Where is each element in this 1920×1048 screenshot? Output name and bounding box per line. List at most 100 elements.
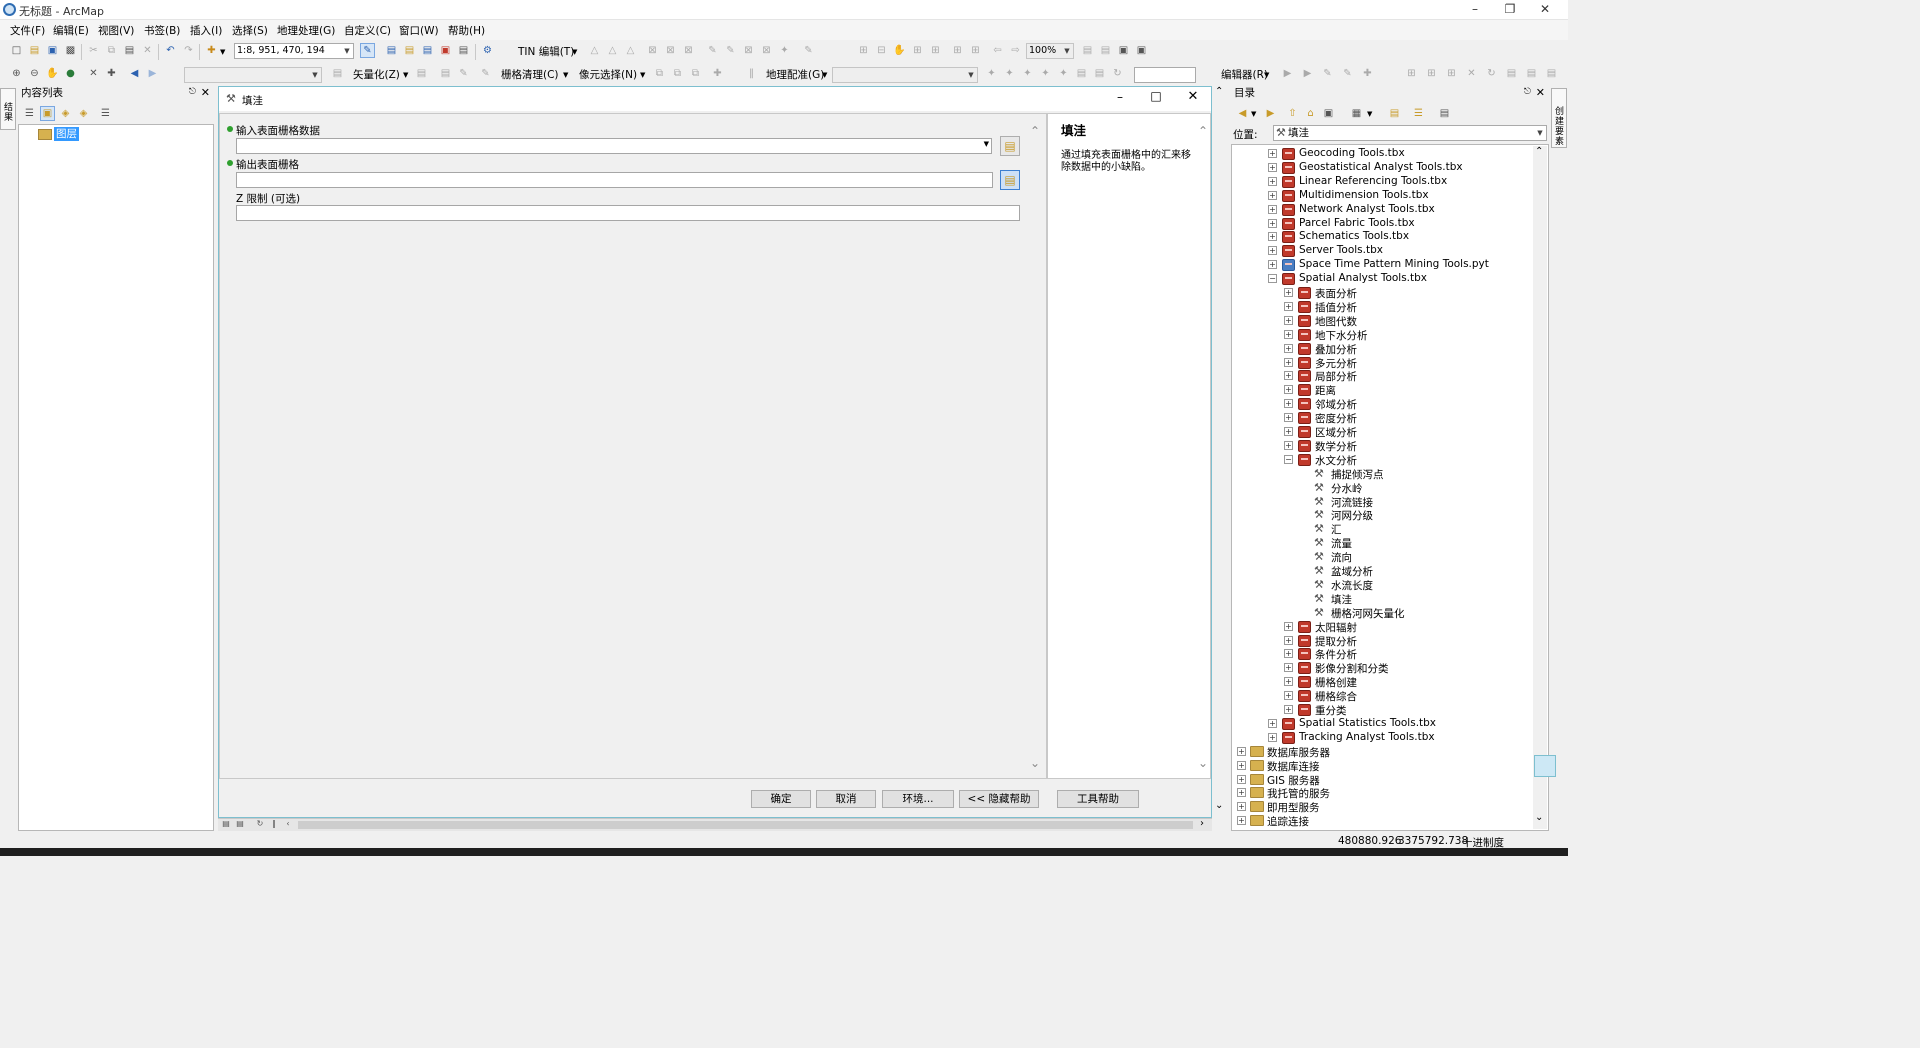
catalog-node-tool[interactable]: 水流长度 — [1331, 578, 1373, 593]
attributes-icon[interactable]: ▤ — [1504, 66, 1519, 81]
help-scroll-up-icon[interactable]: ⌃ — [1198, 124, 1208, 138]
create-features-icon[interactable]: ▤ — [1544, 66, 1559, 81]
layout-100-icon[interactable]: ⊞ — [928, 43, 943, 58]
expand-toggle-icon[interactable]: + — [1284, 315, 1293, 325]
redo-icon[interactable]: ↷ — [181, 43, 196, 58]
fixed-zoom-out-icon[interactable]: ✚ — [104, 66, 119, 81]
tool-help-button[interactable]: 工具帮助 — [1057, 790, 1139, 808]
delete-icon[interactable]: ✕ — [140, 43, 155, 58]
cell-select-menu[interactable]: 像元选择(N) — [579, 68, 637, 82]
menu-selection[interactable]: 选择(S) — [230, 23, 270, 38]
copy-icon[interactable]: ⧉ — [104, 43, 119, 58]
tin-edge-icon[interactable]: △ — [623, 43, 638, 58]
tin-tool2-icon[interactable]: ✎ — [723, 43, 738, 58]
tin-swap-icon[interactable]: ⊠ — [663, 43, 678, 58]
menu-insert[interactable]: 插入(I) — [188, 23, 224, 38]
catalog-node-selected-tool[interactable]: 填洼 — [1331, 592, 1352, 607]
endpoint-arc-icon[interactable]: ✎ — [1340, 66, 1355, 81]
print-icon[interactable]: ▩ — [63, 43, 78, 58]
new-document-icon[interactable]: □ — [9, 43, 24, 58]
scroll-down-icon[interactable]: ⌄ — [1215, 800, 1223, 811]
catalog-root-node[interactable]: 即用型服务 — [1267, 800, 1320, 815]
arctoolbox-icon[interactable]: ▣ — [438, 43, 453, 58]
scroll-down-icon[interactable]: ⌄ — [1535, 812, 1543, 823]
catalog-node-toolset[interactable]: 重分类 — [1315, 703, 1347, 718]
catalog-node-toolbox[interactable]: Network Analyst Tools.tbx — [1299, 203, 1435, 215]
toggle-draft-icon[interactable]: ▤ — [1080, 43, 1095, 58]
dialog-close-button[interactable]: ✕ — [1180, 89, 1206, 104]
expand-toggle-icon[interactable]: + — [1284, 440, 1293, 450]
catalog-node-tool[interactable]: 河网分级 — [1331, 508, 1373, 523]
list-by-selection-icon[interactable]: ◈ — [76, 106, 91, 121]
georef-refresh-icon[interactable]: ↻ — [1110, 66, 1125, 81]
expand-toggle-icon[interactable]: + — [1284, 649, 1293, 659]
eraser-icon[interactable]: ✎ — [478, 66, 493, 81]
cell-select2-icon[interactable]: ⧉ — [670, 66, 685, 81]
catalog-root-node[interactable]: 数据库服务器 — [1267, 745, 1330, 760]
catalog-close-icon[interactable]: ✕ — [1536, 86, 1545, 99]
catalog-node-toolset[interactable]: 影像分割和分类 — [1315, 661, 1389, 676]
toc-close-icon[interactable]: ✕ — [201, 86, 210, 99]
catalog-node-toolset[interactable]: 地下水分析 — [1315, 328, 1368, 343]
catalog-root-node[interactable]: GIS 服务器 — [1267, 773, 1320, 788]
data-view-icon[interactable]: ▤ — [220, 818, 232, 830]
catalog-root-node[interactable]: 追踪连接 — [1267, 814, 1309, 829]
browse-output-button[interactable]: ▤ — [1000, 170, 1020, 190]
expand-toggle-icon[interactable]: + — [1237, 788, 1246, 798]
catalog-node-tool[interactable]: 流向 — [1331, 550, 1352, 565]
floating-window-handle[interactable] — [1534, 755, 1556, 777]
menu-windows[interactable]: 窗口(W) — [397, 23, 441, 38]
search-window-icon[interactable]: ▤ — [420, 43, 435, 58]
expand-toggle-icon[interactable]: + — [1237, 760, 1246, 770]
data-driven-pages-icon[interactable]: ▣ — [1134, 43, 1149, 58]
catalog-root-node[interactable]: 我托管的服务 — [1267, 786, 1330, 801]
map-scale-combo[interactable]: 1:8, 951, 470, 194 ▼ — [234, 43, 354, 59]
expand-toggle-icon[interactable]: + — [1284, 288, 1293, 297]
layout-forward-icon[interactable]: ⇨ — [1008, 43, 1023, 58]
expand-toggle-icon[interactable]: + — [1284, 705, 1293, 714]
toc-options-icon[interactable]: ☰ — [98, 106, 113, 121]
layout-view-icon[interactable]: ▤ — [234, 818, 246, 830]
georef-table-icon[interactable]: ▤ — [1074, 66, 1089, 81]
z-limit-field[interactable] — [236, 205, 1020, 221]
vectorize-settings-icon[interactable]: ▤ — [330, 66, 345, 81]
tin-node-icon[interactable]: △ — [605, 43, 620, 58]
menu-edit[interactable]: 编辑(E) — [51, 23, 91, 38]
georef-link-icon[interactable]: ✦ — [1038, 66, 1053, 81]
results-side-tab[interactable]: 结果 — [0, 88, 16, 130]
georef-scale-icon[interactable]: ✦ — [1020, 66, 1035, 81]
save-icon[interactable]: ▣ — [45, 43, 60, 58]
rotate-icon[interactable]: ⊞ — [1424, 66, 1439, 81]
cut-icon[interactable]: ✂ — [86, 43, 101, 58]
catalog-node-toolbox[interactable]: Tracking Analyst Tools.tbx — [1299, 731, 1435, 743]
menu-bookmarks[interactable]: 书签(B) — [142, 23, 182, 38]
expand-toggle-icon[interactable]: + — [1268, 718, 1277, 728]
tin-delete-icon[interactable]: ⊠ — [645, 43, 660, 58]
expand-toggle-icon[interactable]: + — [1284, 635, 1293, 645]
expand-toggle-icon[interactable]: + — [1237, 746, 1246, 756]
menu-customize[interactable]: 自定义(C) — [342, 23, 393, 38]
catalog-node-tool[interactable]: 分水岭 — [1331, 481, 1363, 496]
pin-icon[interactable]: ⎋ — [1524, 87, 1531, 97]
output-raster-field[interactable] — [236, 172, 993, 188]
views-icon[interactable]: ▦ — [1349, 106, 1364, 121]
layer-combo[interactable]: ▼ — [184, 67, 322, 83]
scroll-right-icon[interactable]: › — [1200, 818, 1204, 829]
editor-toolbar-icon[interactable]: ✎ — [360, 43, 375, 58]
expand-toggle-icon[interactable]: + — [1284, 357, 1293, 367]
catalog-node-toolset[interactable]: 栅格创建 — [1315, 675, 1357, 690]
catalog-node-toolset[interactable]: 叠加分析 — [1315, 342, 1357, 357]
expand-toggle-icon[interactable]: + — [1268, 246, 1277, 256]
dialog-minimize-button[interactable]: – — [1107, 90, 1133, 104]
georeferencing-menu[interactable]: 地理配准(G) — [766, 68, 824, 82]
list-by-source-icon[interactable]: ▣ — [40, 106, 55, 121]
catalog-node-toolset[interactable]: 提取分析 — [1315, 634, 1357, 649]
tin-tool-icon[interactable]: ✎ — [705, 43, 720, 58]
tin-flip-icon[interactable]: ⊠ — [681, 43, 696, 58]
catalog-node-toolset[interactable]: 密度分析 — [1315, 411, 1357, 426]
scroll-up-icon[interactable]: ⌃ — [1215, 86, 1223, 97]
refresh-icon[interactable]: ↻ — [254, 818, 266, 830]
zoom-in-icon[interactable]: ⊕ — [9, 66, 24, 81]
input-raster-combo[interactable]: ▼ — [236, 138, 992, 154]
expand-toggle-icon[interactable]: − — [1284, 454, 1293, 464]
